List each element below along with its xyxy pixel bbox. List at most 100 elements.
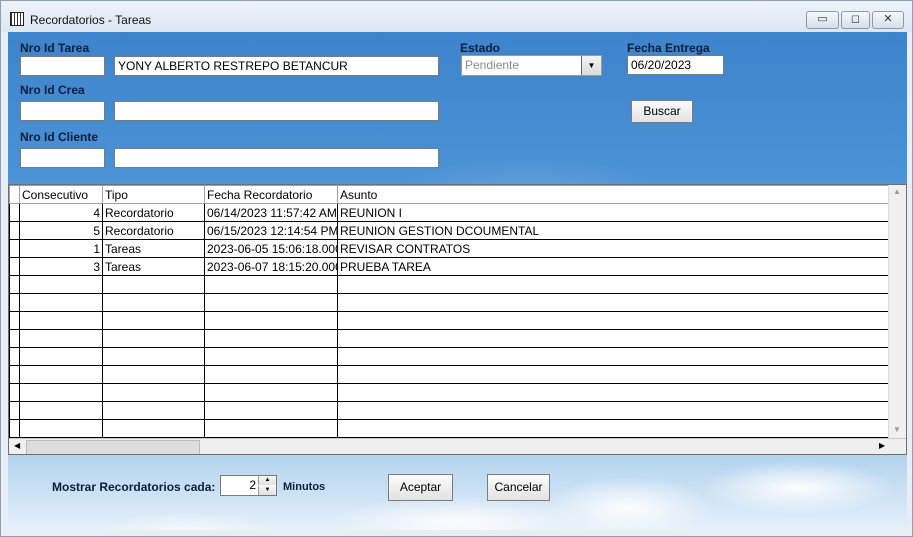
- empty-table-row[interactable]: [9, 329, 890, 348]
- buscar-button[interactable]: Buscar: [631, 100, 693, 123]
- empty-cell[interactable]: [9, 275, 20, 294]
- row-selector[interactable]: [9, 203, 20, 222]
- empty-cell[interactable]: [102, 347, 205, 366]
- empty-table-row[interactable]: [9, 365, 890, 384]
- maximize-button[interactable]: ◻: [841, 11, 870, 29]
- empty-cell[interactable]: [337, 347, 890, 366]
- empty-cell[interactable]: [204, 275, 338, 294]
- table-row[interactable]: 1 Tareas 2023-06-05 15:06:18.000 REVISAR CO…: [9, 239, 890, 258]
- title-bar[interactable]: Recordatorios - Tareas ▭ ◻ ✕: [1, 1, 912, 32]
- cell-fecha[interactable]: 2023-06-05 15:06:18.000: [204, 239, 338, 258]
- empty-cell[interactable]: [102, 383, 205, 402]
- empty-cell[interactable]: [102, 275, 205, 294]
- empty-cell[interactable]: [204, 293, 338, 312]
- cell-fecha[interactable]: 06/15/2023 12:14:54 PM: [204, 221, 338, 240]
- empty-cell[interactable]: [204, 383, 338, 402]
- empty-cell[interactable]: [337, 329, 890, 348]
- scroll-right-icon[interactable]: ▶: [879, 441, 885, 450]
- nro-id-cliente-name-field[interactable]: [114, 148, 439, 168]
- empty-table-row[interactable]: [9, 293, 890, 312]
- row-selector[interactable]: [9, 239, 20, 258]
- empty-cell[interactable]: [19, 293, 103, 312]
- empty-cell[interactable]: [19, 401, 103, 420]
- empty-cell[interactable]: [9, 383, 20, 402]
- column-header-consecutivo[interactable]: Consecutivo: [19, 185, 103, 204]
- empty-cell[interactable]: [337, 419, 890, 438]
- cell-consecutivo[interactable]: 1: [19, 239, 103, 258]
- empty-cell[interactable]: [19, 347, 103, 366]
- nro-id-crea-input[interactable]: [20, 101, 105, 121]
- empty-cell[interactable]: [204, 329, 338, 348]
- empty-cell[interactable]: [9, 401, 20, 420]
- empty-cell[interactable]: [102, 419, 205, 438]
- empty-cell[interactable]: [9, 419, 20, 438]
- empty-cell[interactable]: [337, 311, 890, 330]
- aceptar-button[interactable]: Aceptar: [388, 474, 453, 501]
- fecha-entrega-input[interactable]: 06/20/2023: [627, 55, 724, 75]
- empty-cell[interactable]: [204, 401, 338, 420]
- empty-table-row[interactable]: [9, 347, 890, 366]
- empty-cell[interactable]: [102, 293, 205, 312]
- stepper-down-icon[interactable]: ▼: [258, 486, 276, 495]
- empty-cell[interactable]: [102, 365, 205, 384]
- cell-asunto[interactable]: PRUEBA TAREA: [337, 257, 890, 276]
- empty-cell[interactable]: [102, 401, 205, 420]
- cell-asunto[interactable]: REUNION I: [337, 203, 890, 222]
- cell-tipo[interactable]: Tareas: [102, 257, 205, 276]
- table-row[interactable]: 4 Recordatorio 06/14/2023 11:57:42 AM REUNI…: [9, 203, 890, 222]
- scroll-left-icon[interactable]: ◀: [14, 441, 20, 450]
- cell-tipo[interactable]: Recordatorio: [102, 221, 205, 240]
- empty-cell[interactable]: [102, 311, 205, 330]
- empty-cell[interactable]: [337, 383, 890, 402]
- nro-id-crea-name-field[interactable]: [114, 101, 439, 121]
- horizontal-scroll-thumb[interactable]: [26, 440, 200, 454]
- estado-select[interactable]: Pendiente ▼: [461, 55, 602, 76]
- scroll-up-icon[interactable]: ▲: [893, 187, 901, 196]
- interval-stepper[interactable]: 2 ▲ ▼: [220, 475, 277, 496]
- cell-fecha[interactable]: 06/14/2023 11:57:42 AM: [204, 203, 338, 222]
- empty-table-row[interactable]: [9, 419, 890, 438]
- scroll-down-icon[interactable]: ▼: [893, 425, 901, 434]
- stepper-up-icon[interactable]: ▲: [258, 476, 276, 485]
- column-header-asunto[interactable]: Asunto: [337, 185, 890, 204]
- empty-cell[interactable]: [19, 311, 103, 330]
- minimize-button[interactable]: ▭: [806, 11, 839, 29]
- chevron-down-icon[interactable]: ▼: [581, 56, 601, 75]
- close-button[interactable]: ✕: [872, 11, 904, 29]
- empty-cell[interactable]: [9, 293, 20, 312]
- empty-cell[interactable]: [204, 419, 338, 438]
- table-row[interactable]: 5 Recordatorio 06/15/2023 12:14:54 PM REUNI…: [9, 221, 890, 240]
- empty-cell[interactable]: [19, 275, 103, 294]
- vertical-scrollbar[interactable]: ▲ ▼: [888, 185, 906, 438]
- empty-cell[interactable]: [337, 401, 890, 420]
- horizontal-scrollbar[interactable]: ◀ ▶: [9, 438, 906, 454]
- table-row[interactable]: 3 Tareas 2023-06-07 18:15:20.000 PRUEBA TAR…: [9, 257, 890, 276]
- empty-cell[interactable]: [204, 311, 338, 330]
- cancelar-button[interactable]: Cancelar: [487, 474, 550, 501]
- empty-cell[interactable]: [19, 419, 103, 438]
- row-selector[interactable]: [9, 221, 20, 240]
- nro-id-cliente-input[interactable]: [20, 148, 105, 168]
- cell-asunto[interactable]: REUNION GESTION DCOUMENTAL: [337, 221, 890, 240]
- nro-id-tarea-name-field[interactable]: YONY ALBERTO RESTREPO BETANCUR: [114, 56, 439, 76]
- empty-cell[interactable]: [9, 329, 20, 348]
- cell-tipo[interactable]: Recordatorio: [102, 203, 205, 222]
- empty-table-row[interactable]: [9, 311, 890, 330]
- empty-table-row[interactable]: [9, 275, 890, 294]
- empty-table-row[interactable]: [9, 383, 890, 402]
- empty-cell[interactable]: [9, 365, 20, 384]
- cell-consecutivo[interactable]: 5: [19, 221, 103, 240]
- empty-table-row[interactable]: [9, 401, 890, 420]
- empty-cell[interactable]: [9, 311, 20, 330]
- nro-id-tarea-input[interactable]: [20, 56, 105, 76]
- empty-cell[interactable]: [204, 347, 338, 366]
- column-header-tipo[interactable]: Tipo: [102, 185, 205, 204]
- cell-tipo[interactable]: Tareas: [102, 239, 205, 258]
- empty-cell[interactable]: [19, 383, 103, 402]
- cell-consecutivo[interactable]: 4: [19, 203, 103, 222]
- empty-cell[interactable]: [204, 365, 338, 384]
- empty-cell[interactable]: [337, 275, 890, 294]
- cell-consecutivo[interactable]: 3: [19, 257, 103, 276]
- empty-cell[interactable]: [337, 293, 890, 312]
- row-selector[interactable]: [9, 257, 20, 276]
